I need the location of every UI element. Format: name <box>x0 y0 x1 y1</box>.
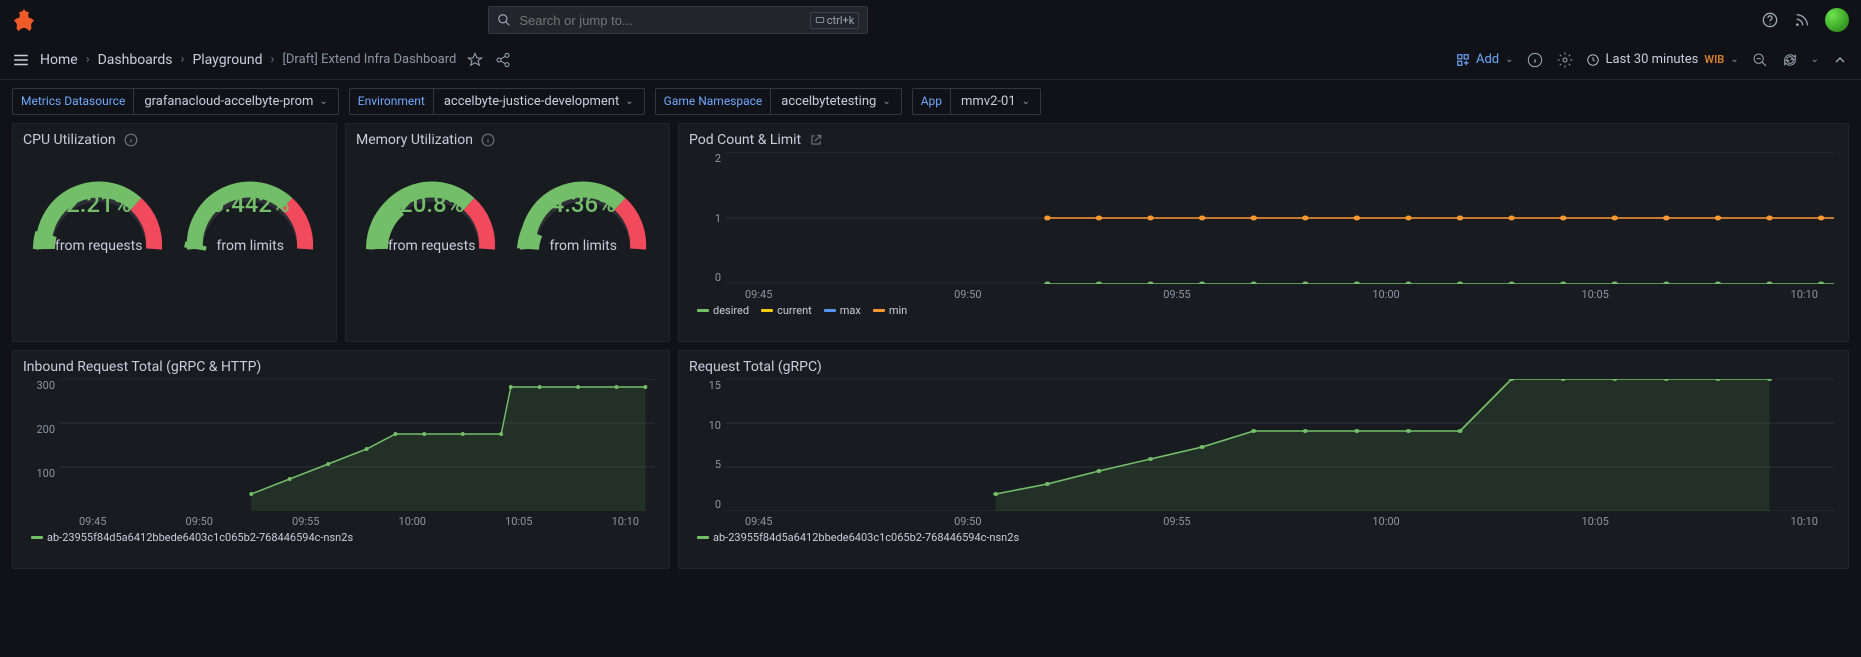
breadcrumb-playground[interactable]: Playground <box>192 52 262 68</box>
panel-inbound-request-total[interactable]: Inbound Request Total (gRPC & HTTP) 3002… <box>12 350 670 569</box>
panel-cpu-utilization[interactable]: CPU Utilization 2.21% from requests 0.44… <box>12 123 337 342</box>
collapse-icon[interactable] <box>1831 51 1849 69</box>
chart-grpc: 151050 09:4509:5009:5510:0010:0510:10 <box>689 379 1838 529</box>
legend-item[interactable]: ab-23955f84d5a6412bbede6403c1c065b2-7684… <box>697 531 1019 544</box>
search-input[interactable] <box>519 13 801 28</box>
user-avatar[interactable] <box>1825 8 1849 32</box>
var-app-value[interactable]: mmv2-01⌄ <box>950 88 1041 115</box>
panel-title: CPU Utilization <box>23 132 116 148</box>
gauge-mem-requests: 20.8% from requests <box>362 164 502 254</box>
gauge-cpu-requests: 2.21% from requests <box>29 164 169 254</box>
grafana-logo-icon[interactable] <box>12 8 36 32</box>
time-range-picker[interactable]: Last 30 minutes WIB⌄ <box>1586 52 1739 67</box>
topbar: ctrl+k <box>0 0 1861 40</box>
info-icon[interactable] <box>481 133 495 147</box>
breadcrumb: Home› Dashboards› Playground› [Draft] Ex… <box>40 52 456 68</box>
gauge-mem-limits: 4.36% from limits <box>513 164 653 254</box>
var-environment-value[interactable]: accelbyte-justice-development⌄ <box>433 88 645 115</box>
var-environment-label: Environment <box>349 88 433 115</box>
refresh-icon[interactable] <box>1781 51 1799 69</box>
var-namespace: Game Namespace accelbytetesting⌄ <box>655 88 902 115</box>
legend-item[interactable]: ab-23955f84d5a6412bbede6403c1c065b2-7684… <box>31 531 353 544</box>
legend-item[interactable]: min <box>873 304 907 317</box>
legend: desired current max min <box>689 304 1838 317</box>
var-app: App mmv2-01⌄ <box>912 88 1041 115</box>
panel-title: Inbound Request Total (gRPC & HTTP) <box>23 359 261 375</box>
zoom-out-icon[interactable] <box>1751 51 1769 69</box>
star-icon[interactable] <box>466 51 484 69</box>
search-box[interactable]: ctrl+k <box>488 6 868 34</box>
external-link-icon[interactable] <box>809 133 823 147</box>
panels-grid: CPU Utilization 2.21% from requests 0.44… <box>0 123 1861 577</box>
panel-title: Memory Utilization <box>356 132 473 148</box>
search-shortcut: ctrl+k <box>810 12 860 29</box>
refresh-interval-dropdown[interactable]: ⌄ <box>1811 54 1819 65</box>
rss-icon[interactable] <box>1793 11 1811 29</box>
var-datasource-label: Metrics Datasource <box>12 88 133 115</box>
panel-request-total-grpc[interactable]: Request Total (gRPC) 151050 09:4509:5009… <box>678 350 1849 569</box>
var-environment: Environment accelbyte-justice-developmen… <box>349 88 645 115</box>
chart-inbound: 300200100 09:4509:5009:5510:0010:0510:10 <box>23 379 659 529</box>
share-icon[interactable] <box>494 51 512 69</box>
chart-pod-count: 210 09:4509:5009:5510:0010:0510:10 <box>689 152 1838 302</box>
breadcrumb-bar: Home› Dashboards› Playground› [Draft] Ex… <box>0 40 1861 80</box>
add-button[interactable]: Add⌄ <box>1456 52 1514 67</box>
info-icon[interactable] <box>124 133 138 147</box>
panel-pod-count[interactable]: Pod Count & Limit 210 09:4509:5009:5510:… <box>678 123 1849 342</box>
legend-item[interactable]: current <box>761 304 812 317</box>
settings-icon[interactable] <box>1556 51 1574 69</box>
search-icon <box>497 13 511 27</box>
var-namespace-value[interactable]: accelbytetesting⌄ <box>770 88 901 115</box>
panel-memory-utilization[interactable]: Memory Utilization 20.8% from requests 4… <box>345 123 670 342</box>
panel-title: Request Total (gRPC) <box>689 359 822 375</box>
legend-item[interactable]: desired <box>697 304 749 317</box>
var-app-label: App <box>912 88 950 115</box>
info-icon[interactable] <box>1526 51 1544 69</box>
panel-title: Pod Count & Limit <box>689 132 801 148</box>
help-icon[interactable] <box>1761 11 1779 29</box>
breadcrumb-dashboards[interactable]: Dashboards <box>98 52 173 68</box>
legend-item[interactable]: max <box>824 304 861 317</box>
breadcrumb-home[interactable]: Home <box>40 52 78 68</box>
menu-icon[interactable] <box>12 51 30 69</box>
var-datasource: Metrics Datasource grafanacloud-accelbyt… <box>12 88 339 115</box>
breadcrumb-current: [Draft] Extend Infra Dashboard <box>282 52 456 67</box>
var-namespace-label: Game Namespace <box>655 88 771 115</box>
gauge-cpu-limits: 0.442% from limits <box>180 164 320 254</box>
variable-bar: Metrics Datasource grafanacloud-accelbyt… <box>0 80 1861 123</box>
var-datasource-value[interactable]: grafanacloud-accelbyte-prom⌄ <box>133 88 338 115</box>
